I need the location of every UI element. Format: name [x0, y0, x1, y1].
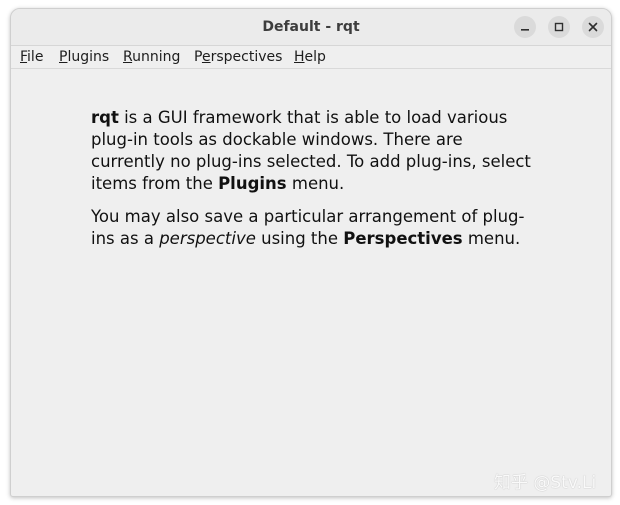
menu-running[interactable]: Running — [123, 48, 180, 66]
minimize-icon — [521, 29, 529, 31]
maximize-icon — [554, 22, 564, 32]
menu-help[interactable]: Help — [294, 48, 326, 66]
maximize-button[interactable] — [548, 16, 570, 38]
perspective-text-mid: using the — [255, 229, 344, 248]
plugins-menu-reference: Plugins — [218, 174, 287, 193]
menu-file[interactable]: File — [20, 48, 43, 66]
close-button[interactable] — [582, 16, 604, 38]
menu-bar: File Plugins Running Perspectives Help — [11, 46, 611, 69]
menu-perspectives[interactable]: Perspectives — [194, 48, 282, 66]
menu-file-label: ile — [27, 49, 44, 65]
app-name: rqt — [91, 108, 119, 127]
menu-help-label: elp — [304, 49, 326, 65]
rqt-window: Default - rqt File Plugins Running Persp… — [10, 8, 612, 497]
menu-help-mnemonic: H — [294, 49, 305, 65]
menu-running-mnemonic: R — [123, 49, 133, 65]
menu-perspectives-label-start: P — [194, 49, 202, 65]
perspective-term: perspective — [159, 229, 256, 248]
intro-paragraph: rqt is a GUI framework that is able to l… — [91, 107, 531, 195]
menu-file-mnemonic: F — [20, 49, 28, 65]
welcome-message: rqt is a GUI framework that is able to l… — [91, 107, 531, 261]
close-icon — [588, 22, 598, 32]
menu-perspectives-mnemonic: e — [201, 49, 211, 65]
menu-perspectives-label: rspectives — [210, 49, 283, 65]
watermark: 知乎 @Stv.Li — [494, 473, 597, 493]
menu-plugins[interactable]: Plugins — [59, 48, 109, 66]
perspectives-menu-reference: Perspectives — [343, 229, 463, 248]
intro-text-end: menu. — [286, 174, 345, 193]
menu-plugins-label: lugins — [67, 49, 110, 65]
minimize-button[interactable] — [514, 16, 536, 38]
menu-running-label: unning — [132, 49, 181, 65]
perspective-paragraph: You may also save a particular arrangeme… — [91, 206, 531, 250]
title-bar[interactable]: Default - rqt — [11, 9, 611, 46]
perspective-text-end: menu. — [462, 229, 521, 248]
